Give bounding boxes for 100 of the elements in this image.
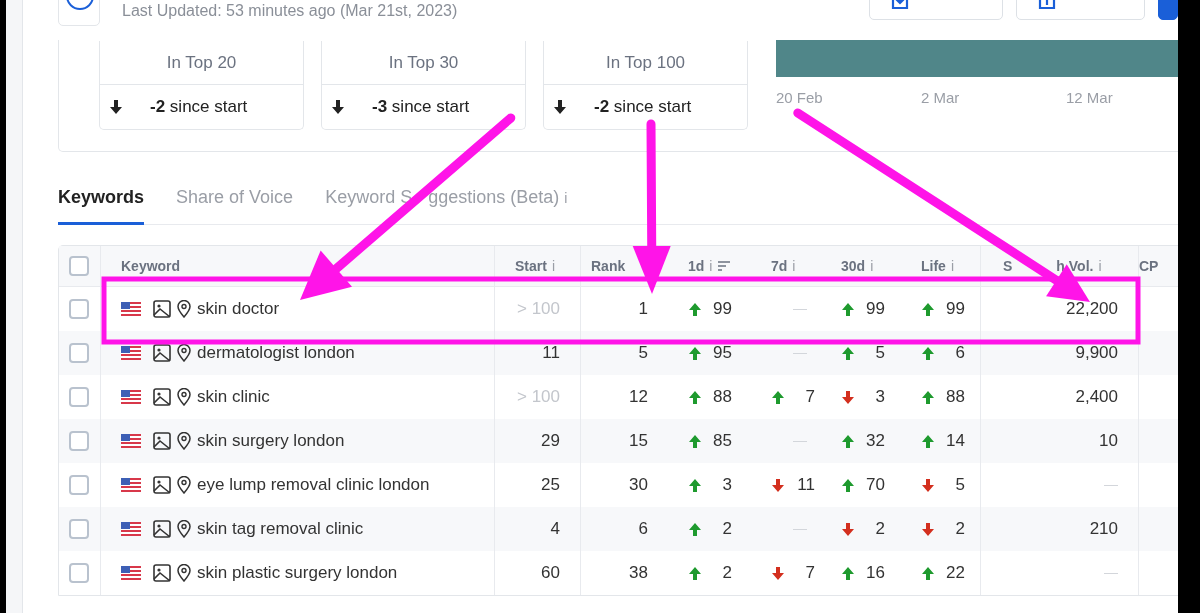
column-header[interactable]: CP xyxy=(1139,258,1159,274)
rank-change: 88 xyxy=(945,387,965,407)
rank-change: 3 xyxy=(874,387,885,407)
flag-icon xyxy=(121,390,141,404)
rank-change: 3 xyxy=(721,475,732,495)
keyword-text[interactable]: skin tag removal clinic xyxy=(197,519,364,539)
stat-change: -3 since start xyxy=(372,97,470,117)
rank-change: 99 xyxy=(945,299,965,319)
tab[interactable]: Keywords xyxy=(58,186,145,225)
rank-change: 2 xyxy=(874,519,885,539)
stat-label: In Top 30 xyxy=(322,41,525,85)
image-icon[interactable] xyxy=(153,344,171,362)
rank-change: 95 xyxy=(712,343,732,363)
start-rank: 29 xyxy=(541,431,560,451)
flag-icon xyxy=(121,522,141,536)
rank-change: 2 xyxy=(954,519,965,539)
last-updated-text: Last Updated: 53 minutes ago (Mar 21st, 2023) xyxy=(122,2,458,21)
rank-change: 99 xyxy=(865,299,885,319)
rank-change: 2 xyxy=(721,519,732,539)
keyword-text[interactable]: skin doctor xyxy=(197,299,280,319)
rank-change: 7 xyxy=(804,563,815,583)
rank-change: 22 xyxy=(945,563,965,583)
image-icon[interactable] xyxy=(153,432,171,450)
keyword-text[interactable]: dermatologist london xyxy=(197,343,355,363)
image-icon[interactable] xyxy=(153,300,171,318)
flag-icon xyxy=(121,434,141,448)
start-rank: 25 xyxy=(541,475,560,495)
row-checkbox[interactable] xyxy=(69,387,89,407)
keyword-text[interactable]: skin clinic xyxy=(197,387,270,407)
flag-icon xyxy=(121,478,141,492)
rank-change: 70 xyxy=(865,475,885,495)
date-tick: 2 Mar xyxy=(921,89,961,106)
stat-label: In Top 100 xyxy=(544,41,747,85)
keyword-text[interactable]: skin plastic surgery london xyxy=(197,563,398,583)
current-rank: 30 xyxy=(629,475,648,495)
location-pin-icon[interactable] xyxy=(177,520,191,538)
date-tick: 20 Feb xyxy=(776,89,824,106)
sort-icon[interactable] xyxy=(718,261,731,271)
search-volume: 9,900 xyxy=(1075,343,1118,363)
flag-icon xyxy=(121,566,141,580)
rank-change: 14 xyxy=(945,431,965,451)
stat-label: In Top 20 xyxy=(100,41,303,85)
row-checkbox[interactable] xyxy=(69,475,89,495)
column-header[interactable]: Life i xyxy=(921,258,954,274)
search-volume: 10 xyxy=(1099,431,1118,451)
column-header[interactable]: Keyword xyxy=(121,258,181,274)
search-volume: 210 xyxy=(1089,519,1118,539)
stat-change: -2 since start xyxy=(150,97,248,117)
rank-change: 6 xyxy=(954,343,965,363)
rank-change: 16 xyxy=(865,563,885,583)
start-rank: > 100 xyxy=(517,387,560,407)
start-rank: > 100 xyxy=(517,299,560,319)
start-rank: 4 xyxy=(550,519,560,539)
flag-icon xyxy=(121,346,141,360)
current-rank: 38 xyxy=(629,563,648,583)
current-rank: 12 xyxy=(629,387,648,407)
keyword-text[interactable]: eye lump removal clinic london xyxy=(197,475,430,495)
image-icon[interactable] xyxy=(153,476,171,494)
current-rank: 1 xyxy=(638,299,648,319)
tab[interactable]: Share of Voice xyxy=(176,186,294,225)
rank-change: 2 xyxy=(721,563,732,583)
row-checkbox[interactable] xyxy=(69,519,89,539)
column-header[interactable]: 1d i xyxy=(688,258,713,274)
row-checkbox[interactable] xyxy=(69,343,89,363)
location-pin-icon[interactable] xyxy=(177,476,191,494)
rank-change: 5 xyxy=(954,475,965,495)
current-rank: 6 xyxy=(638,519,648,539)
column-header[interactable]: 30d i xyxy=(841,258,874,274)
rank-change: 7 xyxy=(804,387,815,407)
column-header[interactable]: Rank xyxy=(591,258,626,274)
flag-icon xyxy=(121,302,141,316)
rank-change: 32 xyxy=(865,431,885,451)
image-icon[interactable] xyxy=(153,388,171,406)
search-volume: 2,400 xyxy=(1075,387,1118,407)
location-pin-icon[interactable] xyxy=(177,388,191,406)
image-icon[interactable] xyxy=(153,564,171,582)
column-header[interactable]: 7d i xyxy=(771,258,796,274)
rank-change: 85 xyxy=(712,431,732,451)
keyword-text[interactable]: skin surgery london xyxy=(197,431,345,451)
location-pin-icon[interactable] xyxy=(177,344,191,362)
date-tick: 12 Mar xyxy=(1066,89,1113,106)
location-pin-icon[interactable] xyxy=(177,564,191,582)
current-rank: 5 xyxy=(638,343,648,363)
search-volume: 22,200 xyxy=(1066,299,1118,319)
rank-change: 11 xyxy=(796,475,815,495)
rank-change: 88 xyxy=(712,387,732,407)
location-pin-icon[interactable] xyxy=(177,300,191,318)
row-checkbox[interactable] xyxy=(69,431,89,451)
stat-change: -2 since start xyxy=(594,97,692,117)
current-rank: 15 xyxy=(629,431,648,451)
start-rank: 11 xyxy=(542,343,560,363)
select-all-checkbox[interactable] xyxy=(69,256,89,276)
location-pin-icon[interactable] xyxy=(177,432,191,450)
start-rank: 60 xyxy=(541,563,560,583)
row-checkbox[interactable] xyxy=(69,299,89,319)
row-checkbox[interactable] xyxy=(69,563,89,583)
column-header[interactable]: S h Vol. i xyxy=(1003,258,1102,274)
column-header[interactable]: Start i xyxy=(515,258,556,274)
rank-change: 99 xyxy=(712,299,732,319)
image-icon[interactable] xyxy=(153,520,171,538)
